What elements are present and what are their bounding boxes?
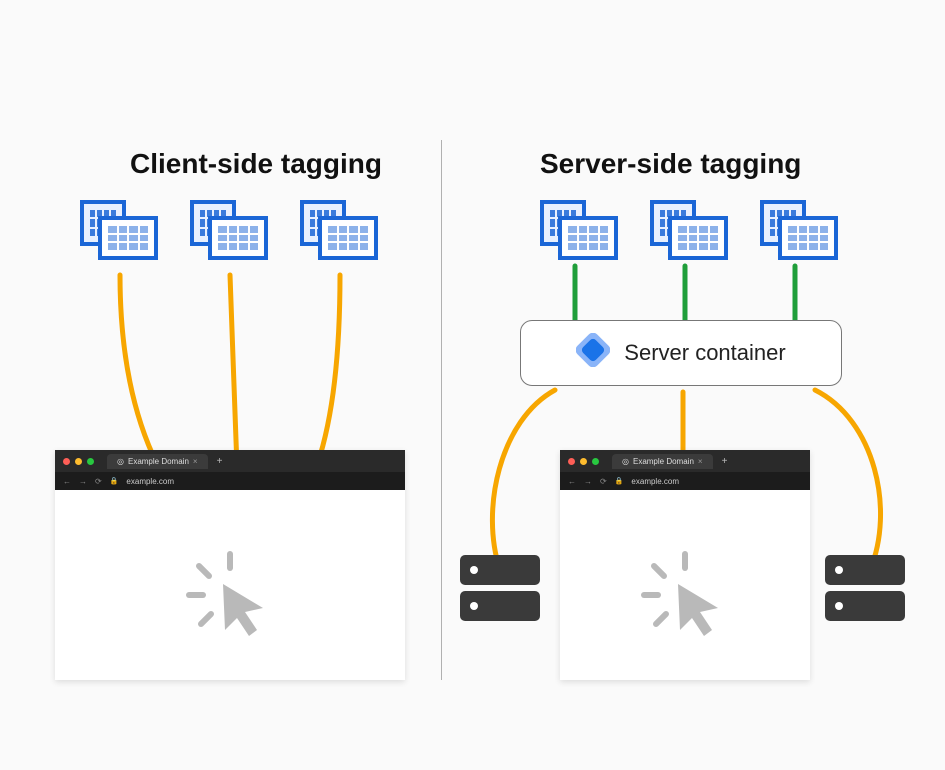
back-icon: ←: [568, 477, 576, 486]
vendor-building-icon: [80, 200, 160, 260]
vendor-building-icon: [190, 200, 270, 260]
forward-icon: →: [79, 477, 87, 486]
forward-icon: →: [584, 477, 592, 486]
traffic-light-zoom-icon: [87, 458, 94, 465]
globe-icon: ◎: [117, 457, 124, 466]
gtm-logo-icon: [576, 333, 610, 373]
server-container-label: Server container: [624, 340, 785, 366]
new-tab-icon: +: [722, 456, 728, 467]
reload-icon: ⟳: [95, 477, 102, 486]
left-title: Client-side tagging: [130, 148, 382, 180]
reload-icon: ⟳: [600, 477, 607, 486]
browser-tabbar: ◎ Example Domain × +: [560, 450, 810, 472]
browser-tabbar: ◎ Example Domain × +: [55, 450, 405, 472]
vendor-building-icon: [650, 200, 730, 260]
server-container-box: Server container: [520, 320, 842, 386]
vendor-building-icon: [760, 200, 840, 260]
traffic-light-close-icon: [63, 458, 70, 465]
vendor-building-icon: [300, 200, 380, 260]
browser-tab: ◎ Example Domain ×: [612, 454, 713, 469]
browser-urlbar: ← → ⟳ 🔒 example.com: [560, 472, 810, 490]
diagram-stage: Client-side tagging ◎: [0, 0, 945, 770]
close-tab-icon: ×: [698, 457, 703, 466]
server-rack-icon: [460, 555, 540, 627]
back-icon: ←: [63, 477, 71, 486]
url-text: example.com: [126, 477, 174, 486]
browser-urlbar: ← → ⟳ 🔒 example.com: [55, 472, 405, 490]
server-rack-icon: [825, 555, 905, 627]
tab-label: Example Domain: [633, 457, 694, 466]
lock-icon: 🔒: [110, 477, 119, 485]
center-divider: [441, 140, 442, 680]
click-cursor-icon: [185, 550, 275, 640]
traffic-light-minimize-icon: [580, 458, 587, 465]
browser-tab: ◎ Example Domain ×: [107, 454, 208, 469]
browser-window: ◎ Example Domain × + ← → ⟳ 🔒 example.com: [560, 450, 810, 680]
traffic-light-close-icon: [568, 458, 575, 465]
right-title: Server-side tagging: [540, 148, 801, 180]
lock-icon: 🔒: [615, 477, 624, 485]
traffic-light-minimize-icon: [75, 458, 82, 465]
server-arrow-icon: [520, 258, 850, 324]
click-cursor-icon: [640, 550, 730, 640]
close-tab-icon: ×: [193, 457, 198, 466]
new-tab-icon: +: [217, 456, 223, 467]
url-text: example.com: [631, 477, 679, 486]
vendor-building-icon: [540, 200, 620, 260]
tab-label: Example Domain: [128, 457, 189, 466]
traffic-light-zoom-icon: [592, 458, 599, 465]
globe-icon: ◎: [622, 457, 629, 466]
browser-window: ◎ Example Domain × + ← → ⟳ 🔒 example.com: [55, 450, 405, 680]
